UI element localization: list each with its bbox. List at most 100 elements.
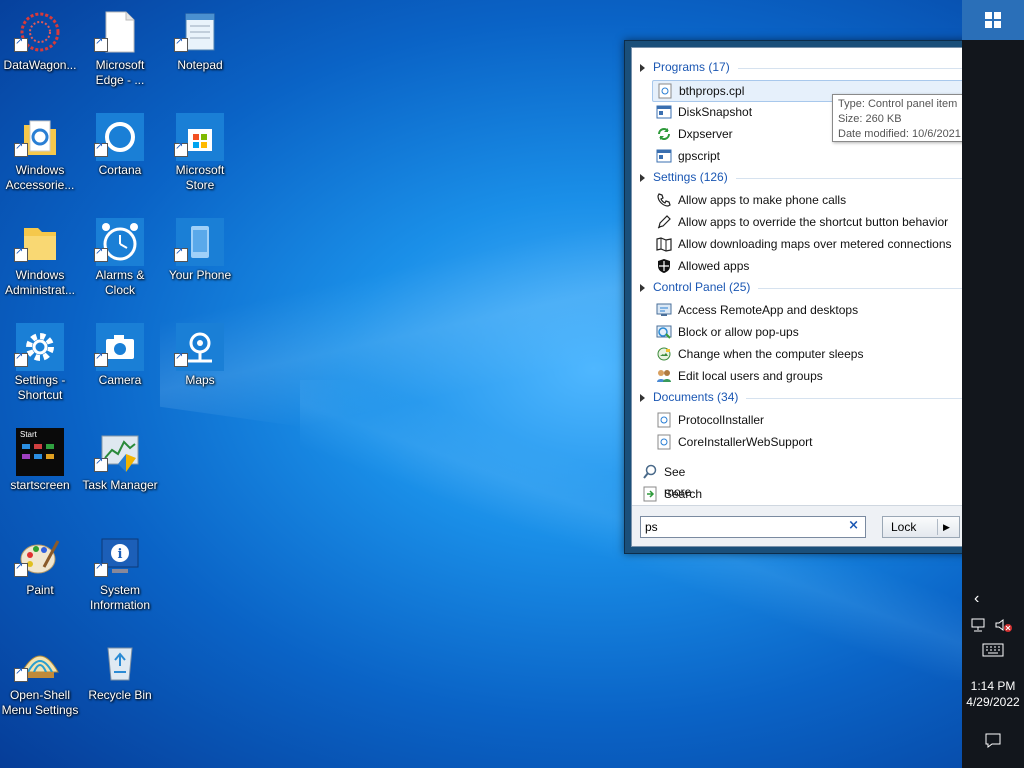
clock-date: 4/29/2022 (966, 695, 1020, 709)
expand-triangle-icon (640, 173, 645, 182)
result-item[interactable]: gpscript (652, 146, 1012, 166)
result-item[interactable]: Allow downloading maps over metered conn… (652, 234, 1012, 254)
search-icon (643, 464, 657, 479)
shortcut-arrow-icon (14, 246, 28, 262)
result-label: Dxpserver (678, 127, 733, 141)
result-label: Block or allow pop-ups (678, 325, 799, 339)
desktop-icon-label: Windows Accessorie... (5, 163, 75, 192)
group-divider (735, 178, 998, 179)
shortcut-arrow-icon (174, 141, 188, 157)
group-label: Settings (126) (653, 170, 728, 184)
button-separator (937, 519, 938, 535)
expand-triangle-icon (640, 63, 645, 72)
show-hidden-icons-button[interactable]: ‹ (962, 588, 1024, 612)
action-center-button[interactable] (962, 724, 1024, 758)
desktop-icon-system-information[interactable]: i System Information (80, 525, 160, 625)
clear-search-icon[interactable]: × (848, 518, 859, 533)
result-item[interactable]: Change when the computer sleeps (652, 344, 1012, 364)
document-icon (657, 412, 671, 428)
group-settings[interactable]: Settings (126) (640, 170, 998, 184)
group-label: Documents (34) (653, 390, 739, 404)
desktop-icon-open-shell-settings[interactable]: Open-Shell Menu Settings (0, 630, 80, 730)
desktop-icon-label: Microsoft Edge - ... (95, 58, 145, 87)
recycle-bin-icon (107, 647, 133, 681)
desktop-icon-notepad[interactable]: Notepad (160, 0, 240, 100)
desktop-icon-startscreen[interactable]: Start startscreen (0, 420, 80, 520)
desktop-icon-microsoft-store[interactable]: Microsoft Store (160, 105, 240, 205)
search-input[interactable] (645, 519, 835, 535)
phone-handset-icon (657, 193, 671, 207)
expand-triangle-icon (640, 283, 645, 292)
windows-logo-icon (985, 12, 1001, 28)
desktop-icon-task-manager[interactable]: Task Manager (80, 420, 160, 520)
desktop-icon-label: Maps (185, 373, 215, 387)
internet-search-icon (643, 486, 657, 502)
result-item[interactable]: CoreInstallerWebSupport (652, 432, 1012, 452)
desktop-icon-alarms-clock[interactable]: Alarms & Clock (80, 210, 160, 310)
lock-button-label: Lock (891, 520, 917, 534)
control-panel-item-icon (658, 83, 672, 99)
desktop-icon-settings-shortcut[interactable]: Settings - Shortcut (0, 315, 80, 415)
desktop-icon-label: Settings - Shortcut (14, 373, 66, 402)
result-item[interactable]: Edit local users and groups (652, 366, 1012, 386)
result-label: Allow apps to make phone calls (678, 193, 847, 207)
pen-icon (657, 215, 671, 229)
desktop-icon-label: Windows Administrat... (4, 268, 76, 297)
desktop-icon-windows-administrative[interactable]: Windows Administrat... (0, 210, 80, 310)
users-group-icon (657, 370, 671, 382)
chevron-right-icon[interactable]: ▶ (943, 517, 950, 537)
result-item[interactable]: Allowed apps (652, 256, 1012, 276)
desktop-icon-microsoft-edge[interactable]: Microsoft Edge - ... (80, 0, 160, 100)
map-icon (656, 237, 672, 252)
result-item[interactable]: Access RemoteApp and desktops (652, 300, 1012, 320)
taskbar: ‹ 1:14 PM 4/29/2022 (962, 0, 1024, 768)
group-control-panel[interactable]: Control Panel (25) (640, 280, 1007, 294)
shortcut-arrow-icon (94, 36, 108, 52)
network-icon[interactable] (970, 617, 986, 633)
shortcut-arrow-icon (94, 351, 108, 367)
result-label: Change when the computer sleeps (678, 347, 864, 361)
desktop-icon-datawagon[interactable]: DataWagon... (0, 0, 80, 100)
result-item[interactable]: Allow apps to override the shortcut butt… (652, 212, 1012, 232)
result-label: Allow apps to override the shortcut butt… (678, 215, 949, 229)
desktop-icon-label: Paint (26, 583, 54, 597)
desktop-icon-label: Recycle Bin (88, 688, 152, 702)
desktop-icon-label: Open-Shell Menu Settings (1, 688, 79, 717)
desktop-icon-paint[interactable]: Paint (0, 525, 80, 625)
desktop-icon-label: DataWagon... (3, 58, 77, 72)
desktop-icon-camera[interactable]: Camera (80, 315, 160, 415)
desktop-icon-maps[interactable]: Maps (160, 315, 240, 415)
result-label: Edit local users and groups (678, 369, 823, 383)
system-tray (962, 614, 1024, 636)
result-label: Allowed apps (678, 259, 750, 273)
document-icon (657, 434, 671, 450)
touch-keyboard-button[interactable] (962, 640, 1024, 662)
lock-button[interactable]: Lock ▶ (882, 516, 960, 538)
result-item[interactable]: Allow apps to make phone calls (652, 190, 1012, 210)
clock[interactable]: 1:14 PM 4/29/2022 (962, 678, 1024, 716)
startscreen-thumb-text: Start (20, 430, 37, 439)
group-programs[interactable]: Programs (17) (640, 60, 1008, 74)
expand-triangle-icon (640, 393, 645, 402)
result-label: bthprops.cpl (679, 84, 745, 98)
sync-arrows-icon (658, 128, 670, 140)
shortcut-arrow-icon (14, 666, 28, 682)
result-item[interactable]: Block or allow pop-ups (652, 322, 1012, 342)
shortcut-arrow-icon (94, 141, 108, 157)
start-button[interactable] (962, 0, 1024, 40)
desktop-icon-label: startscreen (10, 478, 70, 492)
result-label: DiskSnapshot (678, 105, 753, 119)
desktop-icon-recycle-bin[interactable]: Recycle Bin (80, 630, 160, 730)
desktop-icon-your-phone[interactable]: Your Phone (160, 210, 240, 310)
desktop-icon-windows-accessories[interactable]: Windows Accessorie... (0, 105, 80, 205)
search-box[interactable]: × (640, 516, 866, 538)
volume-muted-icon[interactable] (994, 617, 1012, 633)
startscreen-thumbnail: Start (16, 428, 64, 476)
shortcut-arrow-icon (94, 561, 108, 577)
desktop-icon-label: Task Manager (82, 478, 158, 492)
result-item[interactable]: ProtocolInstaller (652, 410, 1012, 430)
desktop-icon-label: Notepad (177, 58, 223, 72)
desktop-icon-cortana[interactable]: Cortana (80, 105, 160, 205)
group-documents[interactable]: Documents (34) (640, 390, 1005, 404)
result-label: gpscript (678, 149, 721, 163)
